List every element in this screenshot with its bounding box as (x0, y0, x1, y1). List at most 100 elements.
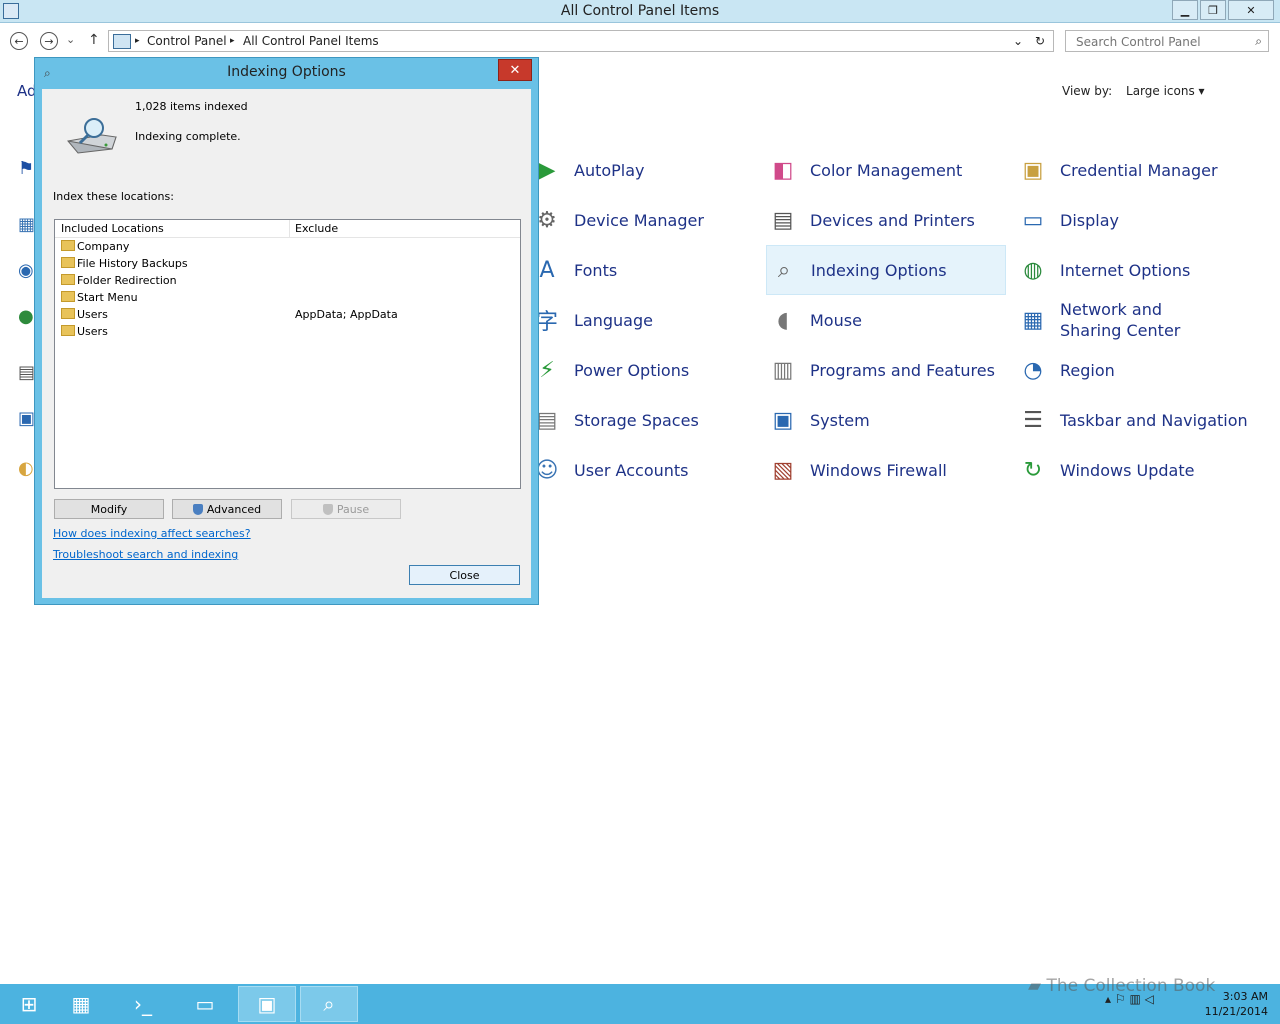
column-included-locations[interactable]: Included Locations (61, 222, 164, 235)
cpl-item-label: Network and Sharing Center (1060, 300, 1181, 340)
location-row[interactable]: File History Backups (55, 255, 520, 272)
modify-button[interactable]: Modify (54, 499, 164, 519)
credential-manager-icon: ▣ (1022, 157, 1044, 183)
column-divider[interactable] (289, 220, 290, 237)
printer-icon: ▤ (772, 207, 794, 233)
cpl-item-label: Programs and Features (810, 360, 995, 380)
location-name: Users (77, 325, 108, 338)
column-exclude[interactable]: Exclude (295, 222, 338, 235)
cpl-item-label: Devices and Printers (810, 210, 975, 230)
cpl-item-network-and-sharing-center[interactable]: ▦ Network and Sharing Center (1016, 295, 1256, 345)
chevron-right-icon[interactable]: ▸ (230, 36, 235, 46)
cpl-item-label: Mouse (810, 310, 862, 330)
cpl-item-label: Region (1060, 360, 1115, 380)
index-locations-label: Index these locations: (53, 190, 174, 203)
restore-button[interactable]: ❐ (1200, 0, 1226, 20)
cpl-item-storage-spaces[interactable]: ▤ Storage Spaces (530, 395, 770, 445)
cpl-item-power-options[interactable]: ⚡ Power Options (530, 345, 770, 395)
pause-button: Pause (291, 499, 401, 519)
refresh-icon[interactable]: ↻ (1035, 34, 1045, 48)
breadcrumb-control-panel[interactable]: Control Panel (147, 34, 227, 48)
folder-icon (61, 240, 75, 251)
view-by: View by: Large icons ▾ (1062, 84, 1205, 98)
forward-button[interactable]: → (40, 32, 58, 50)
cpl-item-fonts[interactable]: A Fonts (530, 245, 770, 295)
address-dropdown-icon[interactable]: ⌄ (1013, 34, 1023, 48)
recent-locations-dropdown[interactable]: ⌄ (66, 33, 75, 46)
location-row[interactable]: Start Menu (55, 289, 520, 306)
cpl-item-label: Power Options (574, 360, 690, 380)
items-indexed-count: 1,028 items indexed (135, 100, 248, 113)
control-panel-taskbar-icon[interactable]: ▣ (238, 986, 296, 1022)
cpl-item-language[interactable]: 字 Language (530, 295, 770, 345)
folder-icon (61, 325, 75, 336)
dialog-close-icon[interactable]: ✕ (498, 59, 532, 81)
minimize-button[interactable]: ▁ (1172, 0, 1198, 20)
cpl-item-indexing-options[interactable]: ⌕ Indexing Options (766, 245, 1006, 295)
list-header: Included Locations Exclude (55, 220, 520, 238)
display-icon: ▭ (1022, 207, 1044, 233)
location-row[interactable]: Company (55, 238, 520, 255)
cpl-item-internet-options[interactable]: ◍ Internet Options (1016, 245, 1256, 295)
cpl-item-label: Windows Update (1060, 460, 1195, 480)
location-row[interactable]: Users (55, 323, 520, 340)
locations-list[interactable]: Included Locations Exclude Company File H… (54, 219, 521, 489)
file-explorer-icon[interactable]: ▭ (176, 986, 234, 1022)
back-button[interactable]: ← (10, 32, 28, 50)
location-name: Folder Redirection (77, 274, 177, 287)
firewall-icon: ▧ (772, 457, 794, 483)
location-row[interactable]: Users AppData; AppData (55, 306, 520, 323)
powershell-icon[interactable]: ›_ (114, 986, 172, 1022)
cpl-item-label: Language (574, 310, 653, 330)
indexing-drive-icon (67, 118, 117, 154)
windows-start-icon[interactable]: ⊞ (0, 986, 58, 1022)
cpl-item-label: User Accounts (574, 460, 689, 480)
book-icon: ▰ (1028, 976, 1042, 996)
window-close-button[interactable]: ✕ (1228, 0, 1274, 20)
internet-options-icon: ◍ (1023, 257, 1043, 283)
up-button[interactable]: ↑ (88, 32, 100, 48)
folder-icon (61, 308, 75, 319)
cpl-item-display[interactable]: ▭ Display (1016, 195, 1256, 245)
window-title: All Control Panel Items (560, 3, 720, 19)
server-manager-icon[interactable]: ▦ (52, 986, 110, 1022)
cpl-item-windows-firewall[interactable]: ▧ Windows Firewall (766, 445, 1006, 495)
dialog-body: 1,028 items indexed Indexing complete. I… (42, 89, 531, 598)
search-box[interactable]: ⌕ (1065, 30, 1269, 52)
cpl-item-label: Fonts (574, 260, 618, 280)
cpl-item-programs-and-features[interactable]: ▥ Programs and Features (766, 345, 1006, 395)
cpl-item-user-accounts[interactable]: ☺ User Accounts (530, 445, 770, 495)
location-row[interactable]: Folder Redirection (55, 272, 520, 289)
control-panel-icon (113, 34, 131, 49)
cpl-item-device-manager[interactable]: ⚙ Device Manager (530, 195, 770, 245)
indexing-icon: ⌕ (777, 257, 791, 283)
address-bar[interactable]: ▸ Control Panel ▸ All Control Panel Item… (108, 30, 1054, 52)
indexing-taskbar-icon[interactable]: ⌕ (300, 986, 358, 1022)
cpl-item-windows-update[interactable]: ↻ Windows Update (1016, 445, 1256, 495)
search-input[interactable] (1074, 34, 1248, 50)
shield-icon (322, 503, 333, 515)
update-icon: ↻ (1023, 457, 1043, 483)
advanced-button-label: Advanced (206, 502, 262, 516)
folder-icon (61, 291, 75, 302)
network-icon: ▦ (1022, 307, 1044, 333)
troubleshoot-link[interactable]: Troubleshoot search and indexing (53, 548, 238, 561)
advanced-button[interactable]: Advanced (172, 499, 282, 519)
view-by-label: View by: (1062, 84, 1113, 98)
cpl-item-system[interactable]: ▣ System (766, 395, 1006, 445)
breadcrumb-all-items[interactable]: All Control Panel Items (243, 34, 379, 48)
location-name: Users (77, 308, 108, 321)
view-by-dropdown[interactable]: Large icons ▾ (1126, 84, 1205, 98)
cpl-item-taskbar-and-navigation[interactable]: ☰ Taskbar and Navigation (1016, 395, 1256, 445)
cpl-item-mouse[interactable]: ◖ Mouse (766, 295, 1006, 345)
search-icon[interactable]: ⌕ (1255, 34, 1262, 49)
clock-date: 11/21/2014 (1204, 1005, 1268, 1018)
dialog-close-button[interactable]: Close (409, 565, 520, 585)
chevron-right-icon[interactable]: ▸ (135, 36, 140, 46)
cpl-item-region[interactable]: ◔ Region (1016, 345, 1256, 395)
cpl-item-color-management[interactable]: ◧ Color Management (766, 145, 1006, 195)
cpl-item-devices-and-printers[interactable]: ▤ Devices and Printers (766, 195, 1006, 245)
indexing-help-link[interactable]: How does indexing affect searches? (53, 527, 251, 540)
cpl-item-autoplay[interactable]: ▶ AutoPlay (530, 145, 770, 195)
cpl-item-credential-manager[interactable]: ▣ Credential Manager (1016, 145, 1256, 195)
